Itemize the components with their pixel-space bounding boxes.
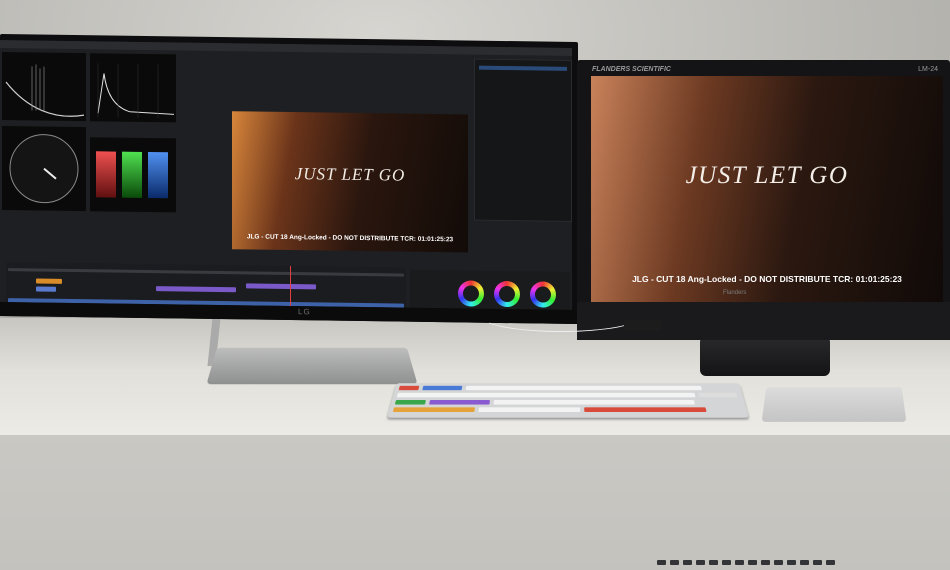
- inspector-header: [479, 65, 567, 71]
- left-viewer: JUST LET GO JLG - CUT 18 Ang-Locked - DO…: [232, 111, 468, 253]
- monitor-control-buttons[interactable]: [657, 552, 937, 565]
- bezel-label: Flanders: [723, 290, 747, 296]
- timeline-clip[interactable]: [36, 286, 56, 292]
- histogram-scope: [90, 53, 176, 123]
- rgb-parade-scope: [90, 137, 176, 213]
- right-monitor: FLANDERS SCIENTIFIC LM-24 JUST LET GO JL…: [577, 60, 950, 565]
- cable: [480, 300, 642, 332]
- red-channel-trace: [96, 151, 116, 198]
- key-row: [394, 400, 742, 405]
- right-monitor-screen: JUST LET GO JLG - CUT 18 Ang-Locked - DO…: [591, 76, 943, 302]
- vectorscope: [2, 125, 86, 212]
- shadows-color-wheel[interactable]: [458, 280, 484, 307]
- usb-dongle: [624, 320, 662, 331]
- vectorscope-graticule: [9, 134, 79, 204]
- viewer-timecode-overlay: JLG - CUT 18 Ang-Locked - DO NOT DISTRIB…: [632, 274, 902, 284]
- key-row: [392, 407, 744, 413]
- lg-logo: LG: [298, 307, 311, 317]
- viewer-title-text: JUST LET GO: [685, 162, 849, 189]
- viewer-timecode-overlay: JLG - CUT 18 Ang-Locked - DO NOT DISTRIB…: [246, 233, 454, 244]
- keyboard[interactable]: [387, 383, 749, 418]
- green-channel-trace: [122, 151, 142, 198]
- right-monitor-brand: FLANDERS SCIENTIFIC: [592, 66, 671, 73]
- left-monitor-stand-base: [206, 347, 418, 385]
- inspector-panel: [474, 58, 572, 222]
- trackpad[interactable]: [761, 387, 907, 422]
- timeline-clip[interactable]: [246, 283, 316, 290]
- left-monitor: JUST LET GO JLG - CUT 18 Ang-Locked - DO…: [0, 33, 578, 325]
- timeline-clip[interactable]: [36, 278, 62, 284]
- right-monitor-model: LM-24: [918, 66, 938, 73]
- right-monitor-stand: [700, 336, 830, 376]
- playhead[interactable]: [290, 266, 291, 310]
- timeline-clip[interactable]: [156, 286, 236, 293]
- timeline-ruler: [8, 268, 404, 277]
- key-row: [398, 385, 737, 391]
- waveform-scope: [2, 51, 86, 122]
- waveform-trace: [5, 64, 85, 117]
- viewer-title-text: JUST LET GO: [294, 164, 406, 185]
- key-row: [396, 392, 739, 398]
- blue-channel-trace: [148, 152, 168, 199]
- histogram-trace: [97, 63, 175, 119]
